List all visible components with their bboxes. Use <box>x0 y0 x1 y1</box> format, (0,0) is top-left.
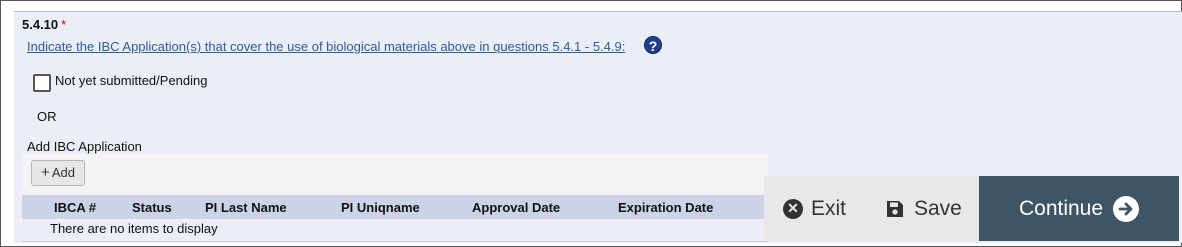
save-icon <box>887 200 903 217</box>
save-button[interactable]: Save <box>886 176 962 241</box>
grid-divider <box>22 241 768 242</box>
required-marker: * <box>61 17 67 32</box>
add-ibc-title: Add IBC Application <box>27 139 142 154</box>
column-header-approval-date[interactable]: Approval Date <box>472 200 560 215</box>
close-icon: ✕ <box>783 198 803 219</box>
column-header-ibca[interactable]: IBCA # <box>54 200 96 215</box>
plus-icon: + <box>41 164 50 181</box>
action-bar: ✕ Exit Save Continue <box>764 176 1179 241</box>
question-number: 5.4.10 * <box>22 17 67 32</box>
column-header-status[interactable]: Status <box>132 200 172 215</box>
question-prompt-link[interactable]: Indicate the IBC Application(s) that cov… <box>27 39 625 54</box>
not-submitted-label[interactable]: Not yet submitted/Pending <box>55 73 207 88</box>
not-submitted-checkbox[interactable] <box>33 74 51 92</box>
continue-button[interactable]: Continue <box>979 176 1179 241</box>
exit-button[interactable]: ✕ Exit <box>783 176 846 241</box>
column-header-pi-uniqname[interactable]: PI Uniqname <box>341 200 420 215</box>
arrow-right-icon <box>1113 195 1140 222</box>
form-frame: 5.4.10 * Indicate the IBC Application(s) … <box>0 0 1182 247</box>
grid-header: IBCA # Status PI Last Name PI Uniqname A… <box>22 195 768 219</box>
add-button[interactable]: + Add <box>31 160 85 186</box>
grid-toolbar: + Add <box>22 154 768 194</box>
or-separator: OR <box>37 109 57 124</box>
column-header-expiration-date[interactable]: Expiration Date <box>618 200 713 215</box>
empty-grid-message: There are no items to display <box>50 221 218 236</box>
help-icon[interactable]: ? <box>644 36 662 54</box>
column-header-pi-last-name[interactable]: PI Last Name <box>205 200 287 215</box>
